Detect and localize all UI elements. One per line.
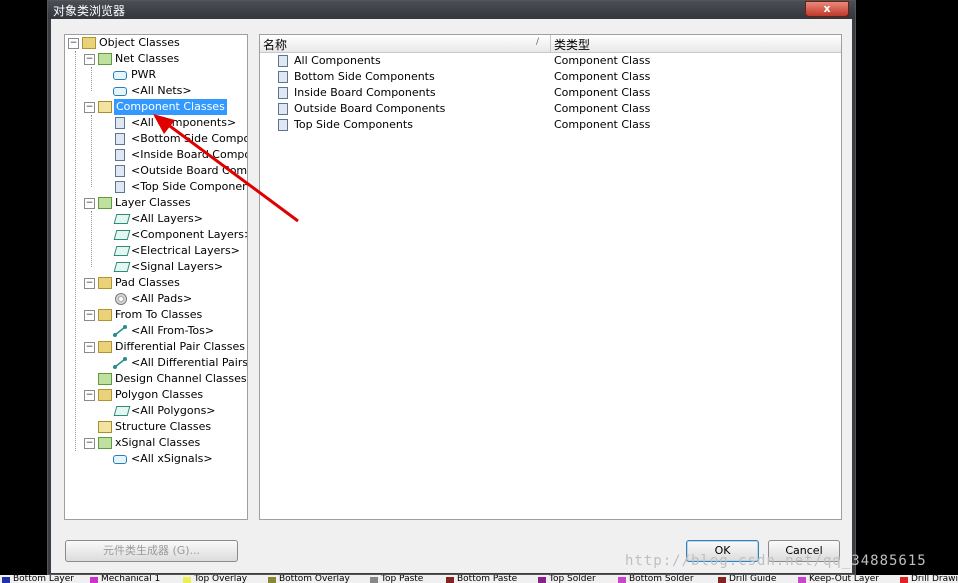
watermark-text: http://blog.csdn.net/qq_34885615 <box>625 553 927 569</box>
layer-tab-label: Bottom Layer <box>13 575 74 583</box>
layer-tab-label: Top Overlay <box>194 575 248 583</box>
layer-color-swatch <box>446 577 454 583</box>
arrow-head <box>153 114 175 134</box>
layer-color-swatch <box>268 577 276 583</box>
layer-color-swatch <box>718 577 726 583</box>
layer-color-swatch <box>90 577 98 583</box>
layer-tab-label: Bottom Solder <box>629 575 694 583</box>
layer-tab-label: Keep-Out Layer <box>809 575 880 583</box>
layer-tab-label: Drill Drawing <box>911 575 958 583</box>
layer-color-swatch <box>798 577 806 583</box>
layer-color-swatch <box>538 577 546 583</box>
layer-color-swatch <box>2 577 10 583</box>
layer-color-swatch <box>183 577 191 583</box>
layer-tab-label: Top Paste <box>381 575 424 583</box>
layer-tab-label: Bottom Overlay <box>279 575 350 583</box>
layer-tab-label: Bottom Paste <box>457 575 518 583</box>
layer-color-swatch <box>618 577 626 583</box>
layer-tab-label: Mechanical 1 <box>101 575 161 583</box>
arrow-shaft <box>162 119 299 223</box>
layer-tab-label: Drill Guide <box>729 575 777 583</box>
layer-color-swatch <box>370 577 378 583</box>
annotation-arrow <box>153 114 299 223</box>
layer-color-swatch <box>900 577 908 583</box>
layer-tab-bar: Bottom Layer Mechanical 1 Top Overlay Bo… <box>0 575 958 583</box>
layer-tab-label: Top Solder <box>549 575 596 583</box>
